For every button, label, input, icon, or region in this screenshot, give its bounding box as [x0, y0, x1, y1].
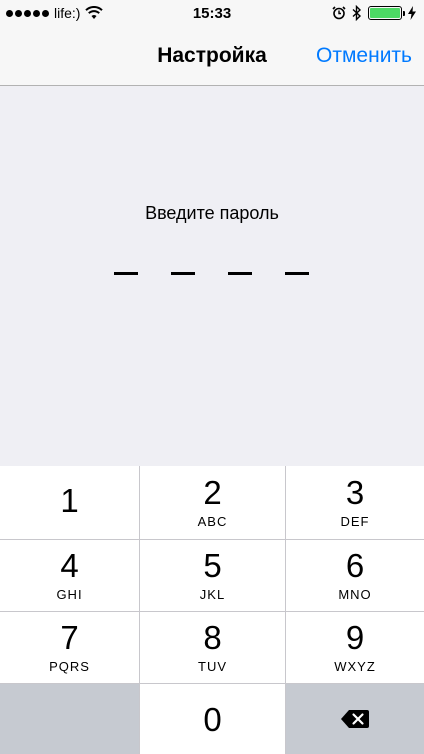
key-digit: 1	[60, 481, 79, 519]
passcode-digit-slot	[285, 272, 309, 275]
battery-level	[370, 8, 400, 18]
key-9[interactable]: 9 WXYZ	[286, 612, 424, 683]
key-5[interactable]: 5 JKL	[140, 540, 285, 611]
alarm-icon	[332, 6, 346, 20]
bluetooth-icon	[352, 5, 362, 21]
cancel-button[interactable]: Отменить	[316, 44, 412, 68]
charging-icon	[408, 6, 416, 20]
key-digit: 5	[203, 547, 222, 584]
key-letters: ABC	[197, 514, 228, 529]
navigation-bar: Настройка Отменить	[0, 28, 424, 86]
key-digit: 9	[345, 619, 365, 656]
status-right	[332, 5, 416, 21]
numeric-keypad: 1 2 ABC 3 DEF 4 GHI 5 JKL 6 MNO 7 PQRS 8…	[0, 466, 424, 754]
key-letters: DEF	[340, 514, 370, 529]
key-letters: GHI	[56, 587, 83, 602]
backspace-icon	[341, 710, 369, 728]
battery-icon	[368, 6, 405, 20]
key-letters: JKL	[199, 587, 226, 602]
key-letters: WXYZ	[334, 659, 376, 674]
key-7[interactable]: 7 PQRS	[0, 612, 139, 683]
key-0[interactable]: 0	[140, 684, 285, 754]
key-6[interactable]: 6 MNO	[286, 540, 424, 611]
passcode-digit-slot	[228, 272, 252, 275]
passcode-prompt: Введите пароль	[145, 203, 279, 223]
key-digit: 7	[60, 619, 79, 656]
key-digit: 8	[203, 619, 222, 656]
key-digit: 6	[345, 547, 365, 584]
key-3[interactable]: 3 DEF	[286, 466, 424, 539]
key-letters: MNO	[338, 587, 372, 602]
key-digit: 3	[345, 474, 365, 511]
key-digit: 2	[203, 474, 222, 511]
key-digit: 4	[60, 547, 79, 584]
empty-key	[0, 684, 139, 754]
key-8[interactable]: 8 TUV	[140, 612, 285, 683]
key-1[interactable]: 1	[0, 466, 139, 539]
key-digit: 0	[203, 701, 222, 738]
key-letters: PQRS	[49, 659, 90, 674]
passcode-screen: life:) 15:33 Настройка Отменить Введите …	[0, 0, 424, 754]
key-2[interactable]: 2 ABC	[140, 466, 285, 539]
passcode-digit-slot	[171, 272, 195, 275]
key-4[interactable]: 4 GHI	[0, 540, 139, 611]
key-letters: TUV	[198, 659, 227, 674]
passcode-digit-slot	[114, 272, 138, 275]
delete-button[interactable]	[286, 684, 424, 754]
status-bar: life:) 15:33	[0, 0, 424, 28]
